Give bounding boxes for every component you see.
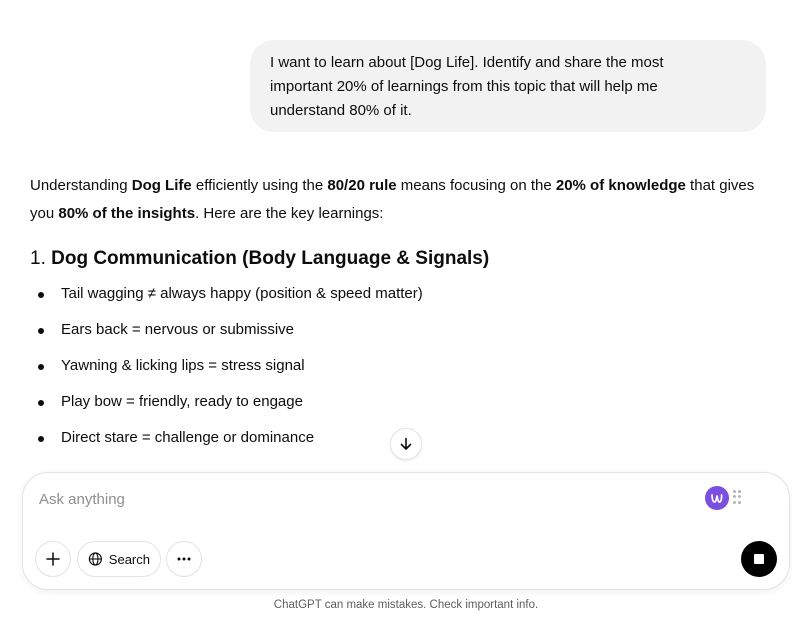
- list-item: Yawning & licking lips = stress signal: [30, 354, 770, 390]
- intro-text: Understanding: [30, 177, 132, 194]
- section-title: Dog Communication (Body Language & Signa…: [51, 248, 490, 269]
- list-item: Ears back = nervous or submissive: [30, 318, 770, 354]
- disclaimer-text: ChatGPT can make mistakes. Check importa…: [273, 599, 539, 611]
- prompt-input[interactable]: [39, 487, 679, 511]
- intro-text: . Here are the key learnings:: [195, 205, 384, 222]
- section-number: 1.: [30, 248, 52, 269]
- more-icon: [177, 557, 191, 561]
- globe-icon: [88, 552, 103, 566]
- user-message-bubble: I want to learn about [Dog Life]. Identi…: [250, 40, 766, 132]
- extension-glyph: [711, 494, 723, 503]
- stop-generating-button[interactable]: [741, 541, 777, 577]
- extension-logo-icon[interactable]: [705, 486, 729, 510]
- intro-bold: Dog Life: [131, 177, 192, 194]
- list-item: Tail wagging ≠ always happy (position & …: [30, 282, 770, 318]
- assistant-message: Understanding Dog Life efficiently using…: [30, 172, 770, 462]
- list-item: Play bow = friendly, ready to engage: [30, 390, 770, 426]
- search-button[interactable]: Search: [77, 541, 161, 577]
- scroll-to-bottom-button[interactable]: [390, 428, 422, 460]
- intro-bold: 80/20 rule: [327, 177, 397, 194]
- user-message-line: understand 80% of it.: [270, 102, 412, 119]
- add-attachment-button[interactable]: [35, 541, 71, 577]
- stop-icon: [754, 554, 764, 564]
- user-message-line: I want to learn about [Dog Life]. Identi…: [270, 54, 664, 71]
- chat-page: I want to learn about [Dog Life]. Identi…: [0, 0, 792, 618]
- user-message-line: important 20% of learnings from this top…: [270, 78, 658, 95]
- intro-bold: 20% of knowledge: [555, 177, 686, 194]
- arrow-down-icon: [400, 437, 412, 450]
- section-heading: 1. Dog Communication (Body Language & Si…: [30, 246, 770, 272]
- more-options-button[interactable]: [166, 541, 202, 577]
- plus-icon: [46, 552, 60, 566]
- intro-text: efficiently using the: [191, 177, 328, 194]
- search-button-label: Search: [108, 551, 150, 567]
- assistant-intro: Understanding Dog Life efficiently using…: [30, 172, 770, 228]
- composer: Search: [22, 472, 790, 590]
- intro-text: means focusing on the: [396, 177, 556, 194]
- intro-bold: 80% of the insights: [58, 205, 196, 222]
- drag-handle-icon[interactable]: [733, 490, 741, 504]
